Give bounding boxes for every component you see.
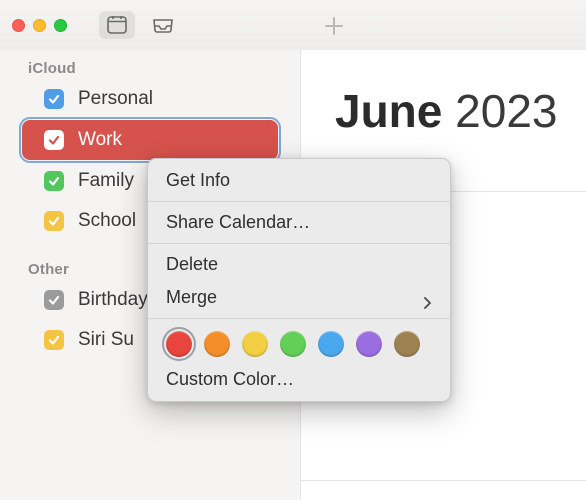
- calendar-label: Personal: [78, 88, 153, 110]
- color-swatch-green[interactable]: [280, 331, 306, 357]
- checkbox-work[interactable]: [44, 130, 64, 150]
- calendar-label: Work: [78, 129, 122, 151]
- calendar-label: Siri Su: [78, 329, 134, 351]
- grid-line: [301, 480, 586, 481]
- checkbox-birthdays[interactable]: [44, 290, 64, 310]
- menu-label: Get Info: [166, 170, 230, 191]
- calendar-label: School: [78, 210, 136, 232]
- section-header-icloud: iCloud: [0, 52, 300, 79]
- toolbar: [99, 11, 181, 39]
- zoom-button[interactable]: [54, 19, 67, 32]
- month-label: June: [335, 85, 442, 137]
- menu-item-delete[interactable]: Delete: [148, 248, 450, 281]
- calendar-sidebar-icon: [107, 16, 127, 34]
- color-swatch-yellow[interactable]: [242, 331, 268, 357]
- minimize-button[interactable]: [33, 19, 46, 32]
- add-event-button[interactable]: [320, 12, 348, 40]
- close-button[interactable]: [12, 19, 25, 32]
- month-title: June 2023: [335, 84, 558, 138]
- color-swatch-brown[interactable]: [394, 331, 420, 357]
- menu-label: Custom Color…: [166, 369, 294, 390]
- inbox-icon: [152, 16, 174, 34]
- color-row: [148, 323, 450, 363]
- menu-item-share[interactable]: Share Calendar…: [148, 206, 450, 239]
- checkbox-siri[interactable]: [44, 330, 64, 350]
- menu-separator: [148, 201, 450, 202]
- chevron-right-icon: [422, 293, 432, 303]
- toggle-sidebar-button[interactable]: [99, 11, 135, 39]
- menu-item-merge[interactable]: Merge: [148, 281, 450, 314]
- calendar-item-personal[interactable]: Personal: [0, 79, 300, 119]
- context-menu: Get Info Share Calendar… Delete Merge Cu…: [147, 158, 451, 402]
- checkbox-family[interactable]: [44, 171, 64, 191]
- plus-icon: [324, 16, 344, 36]
- window-controls: [12, 19, 67, 32]
- menu-item-custom-color[interactable]: Custom Color…: [148, 363, 450, 396]
- checkbox-school[interactable]: [44, 211, 64, 231]
- calendar-label: Family: [78, 170, 134, 192]
- color-swatch-red[interactable]: [166, 331, 192, 357]
- menu-separator: [148, 243, 450, 244]
- color-swatch-orange[interactable]: [204, 331, 230, 357]
- calendar-label: Birthdays: [78, 289, 157, 311]
- menu-label: Merge: [166, 287, 217, 308]
- menu-label: Delete: [166, 254, 218, 275]
- menu-separator: [148, 318, 450, 319]
- window: iCloud Personal Work Family School Other: [0, 0, 586, 500]
- checkbox-personal[interactable]: [44, 89, 64, 109]
- calendar-item-work[interactable]: Work: [22, 120, 278, 160]
- inbox-button[interactable]: [145, 11, 181, 39]
- menu-label: Share Calendar…: [166, 212, 310, 233]
- color-swatch-purple[interactable]: [356, 331, 382, 357]
- year-label: 2023: [455, 85, 557, 137]
- titlebar: [0, 0, 586, 50]
- color-swatch-blue[interactable]: [318, 331, 344, 357]
- menu-item-get-info[interactable]: Get Info: [148, 164, 450, 197]
